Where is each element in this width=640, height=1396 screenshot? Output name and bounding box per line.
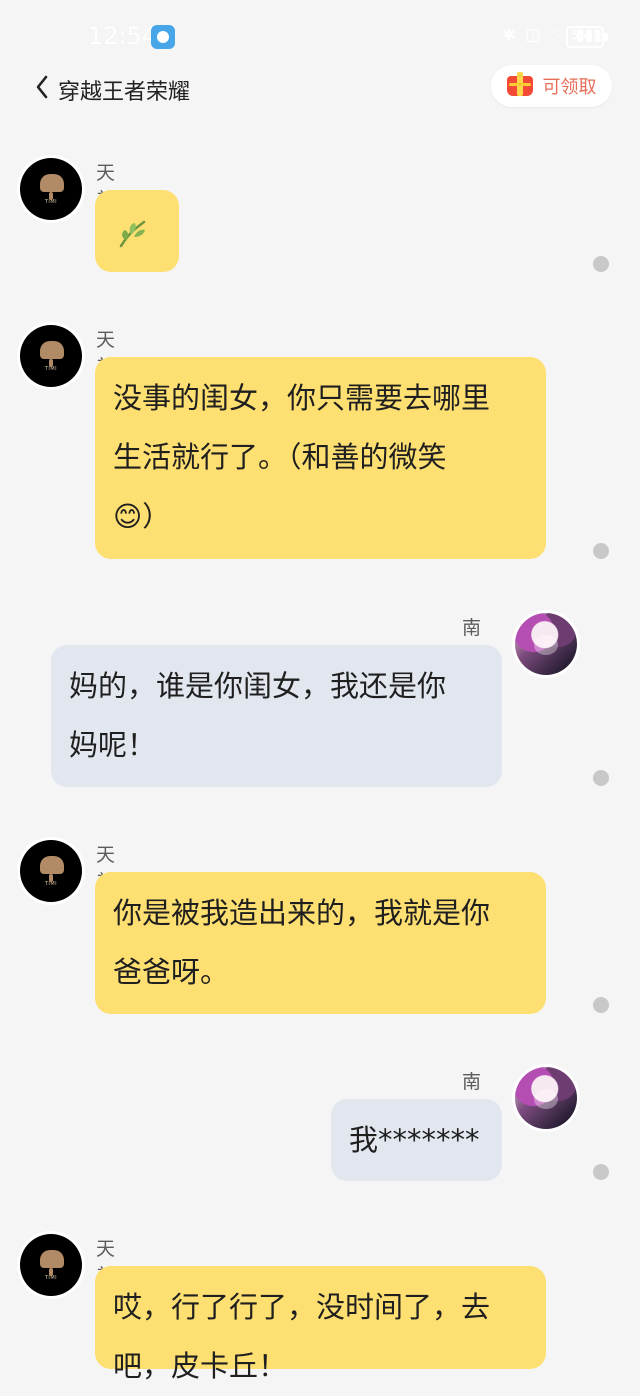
gift-icon (506, 72, 533, 96)
chevron-left-icon (36, 75, 48, 99)
message-line-2: 吧，皮卡丘！ (113, 1349, 288, 1383)
message-line-2: 生活就行了。（和善的微笑 (113, 440, 447, 474)
notification-icon (151, 25, 175, 49)
chat-bubble[interactable]: 你是被我造出来的，我就是你 爸爸呀。 (95, 872, 546, 1014)
message-status-dot (593, 256, 609, 272)
chat-bubble[interactable]: 妈的，谁是你闺女，我还是你 妈呢！ (51, 645, 502, 787)
message-line-1: 我******* (349, 1123, 480, 1157)
message-line-3: 😊） (113, 500, 171, 533)
message-status-dot (593, 543, 609, 559)
message-line-1: 妈的，谁是你闺女，我还是你 (69, 669, 447, 703)
chat-header: 穿越王者荣耀 可领取 (0, 60, 640, 114)
timi-logo-icon: TIMI (44, 881, 58, 887)
claim-button[interactable]: 可领取 (491, 65, 612, 107)
message-status-dot (593, 1164, 609, 1180)
message-line-1: 哎，行了行了，没时间了，去 (113, 1290, 491, 1324)
sender-avatar[interactable]: TIMI (20, 840, 82, 902)
chat-bubble[interactable]: 我******* (331, 1099, 502, 1181)
battery-text: 55 (571, 28, 587, 42)
claim-label: 可领取 (542, 77, 597, 98)
wifi-icon: ⌔ (550, 24, 566, 43)
timi-logo-icon: TIMI (44, 199, 58, 205)
vibrate-icon: ◫ (525, 24, 541, 44)
sender-avatar[interactable]: TIMI (20, 158, 82, 220)
page-title: 穿越王者荣耀 (58, 80, 191, 105)
user-avatar[interactable] (515, 613, 577, 675)
chat-bubble[interactable]: 哎，行了行了，没时间了，去 吧，皮卡丘！ (95, 1266, 546, 1383)
status-time: 12:54 (88, 22, 158, 50)
message-line-1: 你是被我造出来的，我就是你 (113, 896, 491, 930)
message-line-1: 没事的闺女，你只需要去哪里 (113, 381, 491, 415)
sender-avatar[interactable]: TIMI (20, 1234, 82, 1296)
user-avatar[interactable] (515, 1067, 577, 1129)
message-line-2: 爸爸呀。 (113, 955, 230, 989)
message-status-dot (593, 770, 609, 786)
battery-icon: 55 (566, 26, 608, 48)
message-line-2: 妈呢！ (69, 728, 157, 762)
timi-logo-icon: TIMI (44, 366, 58, 372)
bluetooth-icon: ✱ (502, 24, 516, 44)
chat-bubble[interactable]: 没事的闺女，你只需要去哪里 生活就行了。（和善的微笑 😊） (95, 357, 546, 559)
leaf-icon (119, 220, 146, 248)
timi-logo-icon: TIMI (44, 1275, 58, 1281)
back-button[interactable] (30, 72, 54, 102)
chat-bubble[interactable] (95, 190, 179, 272)
message-status-dot (593, 997, 609, 1013)
sender-avatar[interactable]: TIMI (20, 325, 82, 387)
